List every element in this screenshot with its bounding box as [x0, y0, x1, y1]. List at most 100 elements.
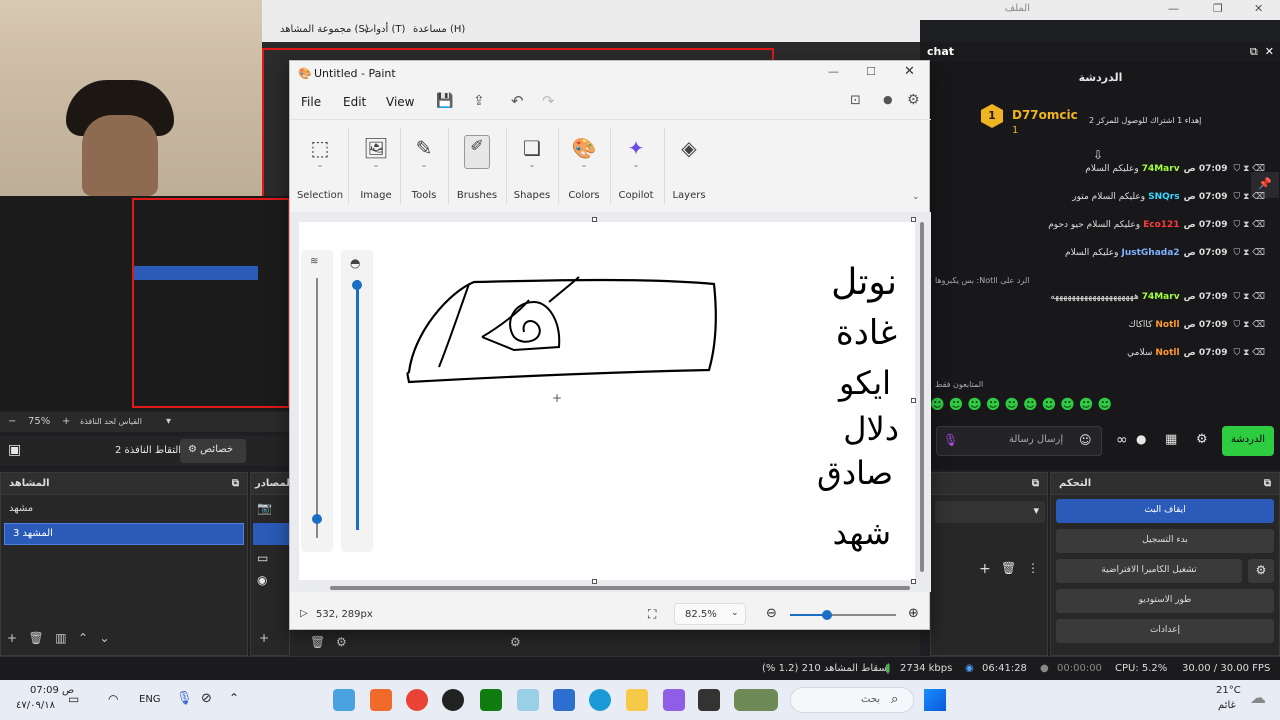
message-user[interactable]: Eco121 [1143, 220, 1179, 230]
message-user[interactable]: Notll [1155, 320, 1179, 330]
horizontal-scrollbar[interactable] [330, 586, 910, 590]
mic-icon[interactable]: 🎙 [176, 691, 193, 706]
message-user[interactable]: 74Marv [1142, 292, 1180, 302]
undock-icon[interactable]: ⧉ ✕ [1250, 45, 1274, 59]
undock-icon[interactable]: ⧉ [232, 478, 239, 489]
message-actions-icon[interactable]: ⌫ ⧗ ⛉ [1233, 348, 1265, 358]
add-icon[interactable]: + [979, 561, 991, 577]
properties-button[interactable]: ⚙ خصائص [180, 439, 246, 463]
chat-message[interactable]: ⌫ ⧗ ⛉ 07:09 ص74Marvوعليكم السلام [935, 164, 1265, 186]
wifi-icon[interactable]: ◠ [108, 692, 118, 706]
share-icon[interactable]: ⇪ [473, 93, 485, 109]
transition-select[interactable]: ▾ [935, 501, 1045, 523]
message-actions-icon[interactable]: ⌫ ⧗ ⛉ [1233, 248, 1265, 258]
resize-handle[interactable] [911, 398, 916, 403]
more-icon[interactable]: ⋮ [1027, 561, 1039, 575]
menu-edit[interactable]: Edit [343, 95, 366, 109]
chevron-up-icon[interactable]: ⌃ [229, 691, 239, 705]
add-icon[interactable]: + [7, 631, 17, 645]
fit-screen-icon[interactable]: ⛶ [648, 607, 656, 622]
virtual-camera-button[interactable]: تشغيل الكاميرا الافتراضية [1056, 559, 1242, 583]
chat-message[interactable]: ⌫ ⧗ ⛉ 07:09 ص Eco121وعليكم السلام حيو دحوم [935, 220, 1265, 242]
chat-message[interactable]: ⌫ ⧗ ⛉ 07:09 ص Notllسلامي [935, 348, 1265, 370]
scene-item-selected[interactable]: المشهد 3 [4, 523, 244, 545]
close-icon[interactable]: ✕ [1254, 2, 1263, 15]
chat-message[interactable]: ⌫ ⧗ ⛉ 07:09 صJustGhada2وعليكم السلام [935, 248, 1265, 270]
menu-tools[interactable]: أدوات (T) [364, 24, 405, 35]
menu-view[interactable]: View [386, 95, 414, 109]
ribbon-collapse-icon[interactable]: ⌄ [912, 192, 920, 202]
ribbon-colors[interactable]: 🎨 ⌄ Colors [560, 120, 608, 212]
message-user[interactable]: Notll [1155, 348, 1179, 358]
source-selected[interactable] [253, 523, 289, 545]
undock-icon[interactable]: ⧉ [1264, 478, 1271, 489]
chat-input[interactable]: 🎙 إرسال رسالة ☺ [936, 426, 1102, 456]
source-add-icon[interactable]: + [259, 631, 269, 645]
emote-bar[interactable]: ☻☻☻☻☻☻☻☻☻☻ [930, 397, 1160, 419]
xbox-icon[interactable] [480, 689, 502, 711]
maximize-icon[interactable]: ☐ [866, 65, 876, 78]
trash-icon[interactable]: 🗑 [1001, 561, 1016, 575]
save-icon[interactable]: 💾 [436, 93, 453, 109]
move-up-icon[interactable]: ⌃ [78, 631, 88, 645]
weather-temp[interactable]: 21°C [1216, 685, 1241, 696]
zoom-select[interactable]: 82.5% ⌄ [674, 603, 746, 625]
trash-icon[interactable]: 🗑 [310, 635, 325, 649]
chat-message[interactable]: ⌫ ⧗ ⛉ 07:09 ص SNQrsوعليكم السلام متور [935, 192, 1265, 214]
store-icon[interactable] [553, 689, 575, 711]
settings-button[interactable]: إعدادات [1056, 619, 1274, 643]
chat-send-button[interactable]: الدردشة [1222, 426, 1274, 456]
collapse-icon[interactable]: ⇩ [1093, 148, 1103, 162]
emoji-icon[interactable]: ☺ [1079, 433, 1092, 447]
camera-off-icon[interactable]: ⊘ [201, 691, 212, 706]
ribbon-copilot[interactable]: ✦ ⌄ Copilot [612, 120, 660, 212]
scene-item[interactable]: مشهد [1, 499, 247, 521]
message-actions-icon[interactable]: ⌫ ⧗ ⛉ [1233, 220, 1265, 230]
chat-message[interactable]: ⌫ ⧗ ⛉ 07:09 ص74Marvههههههههههههههههههههه [935, 292, 1265, 314]
minimize-icon[interactable]: — [1168, 2, 1179, 15]
zoom-slider-track[interactable] [790, 610, 896, 620]
account-icon[interactable]: ● [883, 93, 893, 106]
chat-message[interactable]: ⌫ ⧗ ⛉ 07:09 ص Notllكااكاك [935, 320, 1265, 342]
obs-icon[interactable] [442, 689, 464, 711]
pinned-user[interactable]: D77omcic [1012, 108, 1078, 122]
brave-icon[interactable] [370, 689, 392, 711]
message-actions-icon[interactable]: ⌫ ⧗ ⛉ [1233, 164, 1265, 174]
fit-label[interactable]: القياس لحد النافذة [80, 417, 142, 426]
folder-icon[interactable] [626, 689, 648, 711]
infinity-icon[interactable]: ∞ [1116, 432, 1128, 448]
menu-help[interactable]: مساعدة (H) [413, 24, 465, 35]
edge-icon[interactable] [589, 689, 611, 711]
ribbon-layers[interactable]: ◈ Layers [666, 120, 712, 212]
message-actions-icon[interactable]: ⌫ ⧗ ⛉ [1233, 320, 1265, 330]
message-user[interactable]: 74Marv [1142, 164, 1180, 174]
virtual-camera-settings-icon[interactable]: ⚙ [1248, 559, 1274, 583]
mic-icon[interactable]: 🎙 [943, 433, 958, 447]
zoom-in-icon[interactable]: ⊕ [908, 606, 919, 621]
ribbon-tools[interactable]: ✎ ⌄ Tools [402, 120, 446, 212]
chevron-down-icon[interactable]: ▾ [166, 416, 171, 427]
zoom-out-icon[interactable]: ⊖ [766, 606, 777, 621]
clock-date[interactable]: ٤٧/٠٩/١٨ [16, 700, 55, 711]
undo-icon[interactable]: ↶ [511, 92, 524, 110]
weather-desc[interactable]: غائم [1218, 700, 1236, 711]
gear-icon[interactable]: ⚙ [336, 635, 347, 649]
settings-icon[interactable]: ⚙ [1196, 432, 1208, 447]
search-box[interactable]: بحث ⌕ [790, 687, 914, 713]
message-user[interactable]: SNQrs [1148, 192, 1179, 202]
app-icon[interactable] [517, 689, 539, 711]
maximize-icon[interactable]: ❐ [1213, 2, 1223, 15]
terminal-icon[interactable] [698, 689, 720, 711]
zoom-out-icon[interactable]: − [8, 416, 16, 427]
resize-handle[interactable] [592, 217, 597, 222]
close-icon[interactable]: ✕ [904, 64, 915, 79]
undock-icon[interactable]: ⧉ [1032, 478, 1039, 489]
gear-icon[interactable]: ⚙ [510, 635, 521, 649]
feedback-icon[interactable]: ⊡ [850, 93, 861, 108]
zoom-slider-thumb[interactable] [822, 610, 833, 620]
language[interactable]: ENG [139, 694, 161, 705]
ribbon-image[interactable]: 🖼 ⌄ Image [352, 120, 400, 212]
resize-handle[interactable] [592, 579, 597, 584]
store-icon[interactable]: ▦ [1165, 432, 1177, 447]
vertical-scrollbar[interactable] [920, 222, 924, 572]
